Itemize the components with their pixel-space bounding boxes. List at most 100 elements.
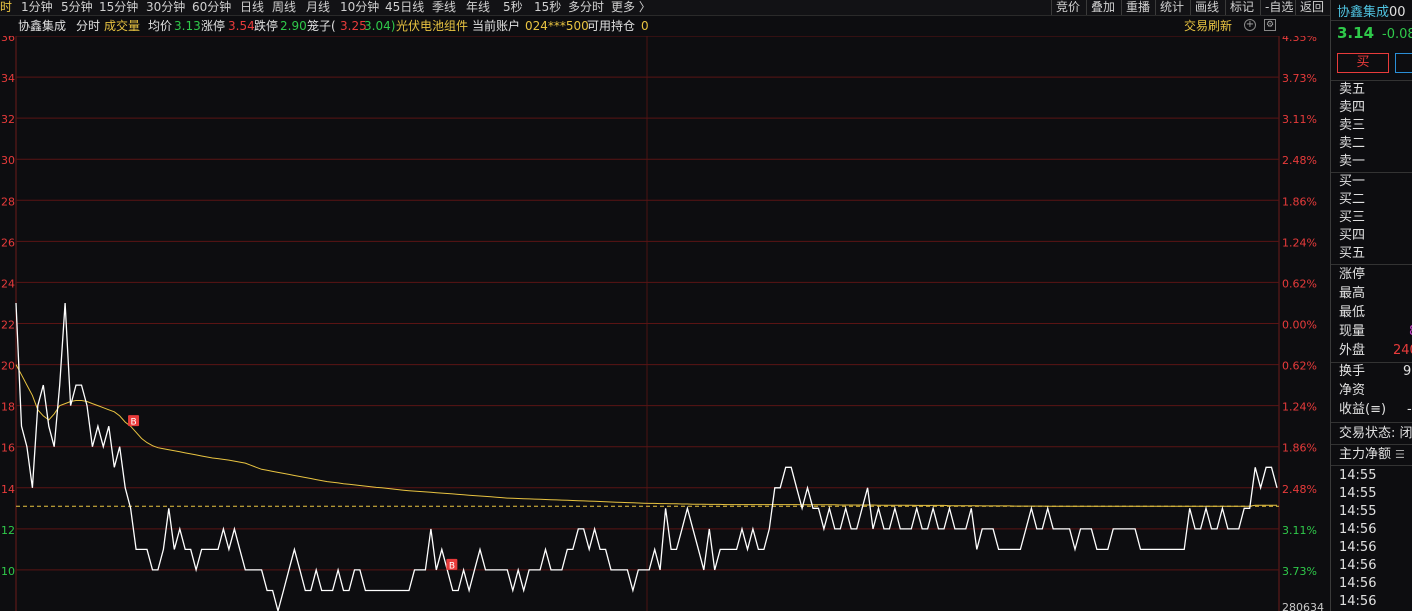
tick-time-7: 14:56 — [1339, 593, 1376, 611]
y-tick-left: 14 — [1, 483, 15, 496]
y-tick-left: 22 — [1, 319, 15, 332]
stat-2-label: 最低 — [1339, 305, 1366, 320]
period-tab-9[interactable]: 10分钟 — [340, 0, 379, 15]
avg-label: 均价 — [148, 19, 173, 33]
separator — [1331, 444, 1412, 445]
ask-level-5: 卖五 — [1339, 81, 1365, 99]
stock-name: 协鑫集成 — [18, 19, 67, 33]
y-tick-left: 26 — [1, 236, 15, 249]
tick-time-6-label: 14:56 — [1339, 576, 1377, 591]
stat-7-value: -0 — [1407, 402, 1412, 417]
y-tick-right: 1.86% — [1282, 195, 1317, 208]
ask-level-3-label: 卖三 — [1339, 118, 1366, 133]
period-tab-7[interactable]: 周线 — [272, 0, 296, 15]
stat-0: 涨停 — [1339, 266, 1365, 284]
period-tab-3[interactable]: 15分钟 — [99, 0, 138, 15]
separator — [1331, 264, 1412, 265]
y-tick-left: 16 — [1, 442, 15, 455]
period-tab-11[interactable]: 季线 — [432, 0, 456, 15]
stat-4: 外盘 240 — [1339, 342, 1412, 360]
ask-level-2: 卖二 — [1339, 135, 1365, 153]
tool-button-5[interactable]: 标记 — [1225, 0, 1254, 15]
y-tick-right: 1.24% — [1282, 236, 1317, 249]
tool-button-4[interactable]: 画线 — [1190, 0, 1219, 15]
y-tick-left: 32 — [1, 113, 15, 126]
period-tab-14[interactable]: 15秒 — [534, 0, 561, 15]
tick-time-5: 14:56 — [1339, 557, 1376, 575]
period-tab-10[interactable]: 45日线 — [385, 0, 424, 15]
period-tab-15[interactable]: 多分时 — [568, 0, 604, 15]
tool-button-3[interactable]: 统计 — [1155, 0, 1184, 15]
sector-tag[interactable]: 光伏电池组件 — [396, 16, 468, 36]
sell-button[interactable] — [1395, 53, 1412, 73]
ask-level-1-label: 卖一 — [1339, 154, 1366, 169]
trade-refresh-button[interactable]: 交易刷新 — [1184, 16, 1232, 36]
tick-time-1: 14:55 — [1339, 485, 1376, 503]
bid-level-5-label: 买五 — [1339, 246, 1366, 261]
bid-level-4: 买四 — [1339, 227, 1365, 245]
limit-down-label: 跌停 — [254, 19, 279, 33]
ask-level-4: 卖四 — [1339, 99, 1365, 117]
settings-icon[interactable]: ⚙ — [1264, 19, 1276, 31]
bid-level-2-label: 买二 — [1339, 192, 1366, 207]
account-label: 当前账户 — [472, 19, 521, 33]
bid-level-1: 买一 — [1339, 173, 1365, 191]
period-tab-0[interactable]: 时 — [0, 0, 12, 15]
y-tick-left: 10 — [1, 565, 15, 578]
period-tab-2[interactable]: 5分钟 — [61, 0, 93, 15]
avg-value: 3.13 — [174, 19, 201, 33]
period-tab-16[interactable]: 更多 〉 — [611, 0, 651, 15]
separator — [1331, 20, 1412, 21]
stat-6-label: 净资 — [1339, 383, 1366, 398]
y-tick-left: 28 — [1, 195, 15, 208]
period-tab-6[interactable]: 日线 — [240, 0, 264, 15]
tool-button-2[interactable]: 重播 — [1121, 0, 1150, 15]
stat-1-label: 最高 — [1339, 286, 1366, 301]
period-tab-12[interactable]: 年线 — [466, 0, 490, 15]
tick-time-6: 14:56 — [1339, 575, 1376, 593]
separator — [1331, 465, 1412, 466]
volume-label[interactable]: 成交量 — [104, 16, 140, 36]
tick-time-5-label: 14:56 — [1339, 558, 1377, 573]
list-icon[interactable]: ☰ — [1395, 448, 1405, 461]
tick-time-3-label: 14:56 — [1339, 522, 1377, 537]
tool-button-6[interactable]: -自选 — [1260, 0, 1293, 15]
y-tick-left: 18 — [1, 401, 15, 414]
tool-button-0[interactable]: 竞价 — [1051, 0, 1080, 15]
cage-high: 3.25 — [340, 19, 367, 33]
period-tab-4[interactable]: 30分钟 — [146, 0, 185, 15]
y-tick-right: 3.73% — [1282, 72, 1317, 85]
tool-button-7[interactable]: 返回 — [1295, 0, 1324, 15]
tick-time-0: 14:55 — [1339, 467, 1376, 485]
price-change: -0.08 — [1382, 27, 1412, 42]
buy-button[interactable]: 买 — [1337, 53, 1389, 73]
bid-level-1-label: 买一 — [1339, 174, 1366, 189]
panel-stock-code: 00 — [1389, 5, 1406, 20]
current-price: 3.14 — [1337, 24, 1375, 42]
tick-time-4-label: 14:56 — [1339, 540, 1377, 555]
period-tab-13[interactable]: 5秒 — [503, 0, 523, 15]
tick-time-2: 14:55 — [1339, 503, 1376, 521]
period-toolbar: 时 1分钟 5分钟 15分钟 30分钟 60分钟 日线 周线 月线 10分钟 45日线 季线 年线 5秒 1… — [0, 0, 1330, 16]
plus-icon[interactable]: + — [1244, 19, 1256, 31]
tick-time-1-label: 14:55 — [1339, 486, 1377, 501]
stat-3: 现量8 — [1339, 323, 1412, 341]
stat-4-value: 240 — [1393, 343, 1412, 358]
separator — [1331, 422, 1412, 423]
period-tab-1[interactable]: 1分钟 — [21, 0, 53, 15]
y-tick-right: 2.48% — [1282, 154, 1317, 167]
period-tab-5[interactable]: 60分钟 — [192, 0, 231, 15]
main-net-row[interactable]: 主力净额 ☰ — [1339, 446, 1405, 464]
bid-level-4-label: 买四 — [1339, 228, 1366, 243]
buy-marker[interactable]: B — [128, 415, 140, 428]
period-tab-8[interactable]: 月线 — [306, 0, 330, 15]
cage-label: 笼子( — [307, 19, 336, 33]
tool-button-1[interactable]: 叠加 — [1086, 0, 1115, 15]
stat-5: 换手 9. — [1339, 363, 1412, 381]
stat-0-label: 涨停 — [1339, 267, 1366, 282]
y-tick-right: 4.35% — [1282, 36, 1317, 44]
mode-label[interactable]: 分时 — [76, 16, 100, 36]
svg-text:B: B — [449, 561, 455, 571]
buy-marker[interactable]: B — [446, 558, 458, 572]
intraday-chart[interactable]: 36 4.35% 34 3.73% 32 3.11% 30 2.48% 28 1.86% 26 1.2… — [0, 36, 1330, 611]
